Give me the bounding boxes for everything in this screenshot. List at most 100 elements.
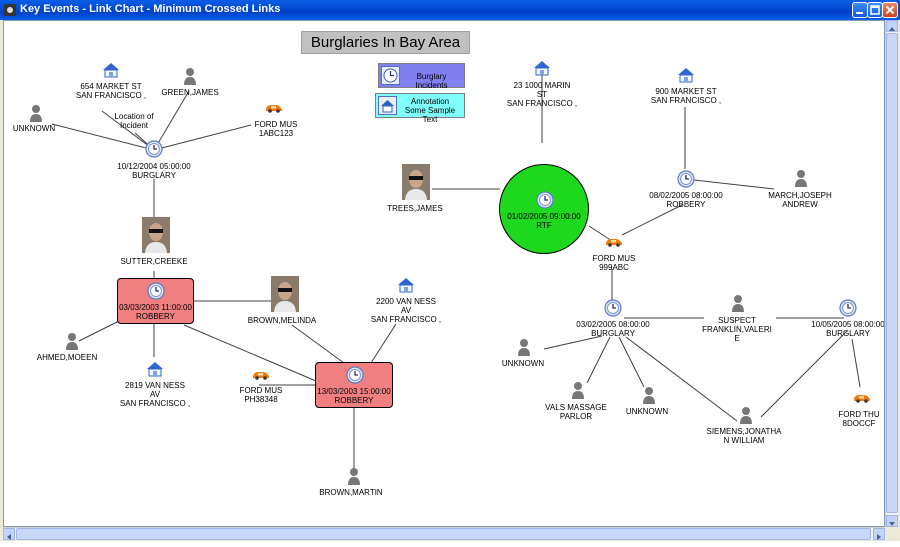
- event-datetime: 10/05/2005 08:00:00: [811, 320, 885, 329]
- clock-icon: [346, 366, 364, 384]
- address-line: SAN FRANCISCO ,: [119, 399, 191, 408]
- person-name: UNKNOWN: [625, 407, 669, 416]
- event-label[interactable]: 08/02/2005 08:00:00 ROBBERY: [636, 191, 736, 209]
- person-entity[interactable]: BROWN,MELINDA: [232, 316, 332, 325]
- house-icon: [534, 61, 550, 76]
- clock-icon: [381, 66, 400, 85]
- person-entity[interactable]: SUTTER,CREEKE: [104, 257, 204, 266]
- maximize-icon: [870, 5, 880, 15]
- close-button[interactable]: [882, 2, 898, 18]
- event-type: ROBBERY: [136, 312, 175, 321]
- person-entity[interactable]: SIEMENS,JONATHA N WILLIAM: [694, 427, 794, 445]
- link-chart-canvas[interactable]: Burglaries In Bay Area Burglary Incident…: [3, 20, 885, 527]
- event-datetime: 03/02/2005 08:00:00: [576, 320, 650, 329]
- person-icon: [30, 105, 42, 122]
- address-line: SAN FRANCISCO ,: [650, 96, 722, 105]
- vehicle-entity[interactable]: FORD THU 8DOCCF: [832, 410, 884, 428]
- address-line: 23 1000 MARIN: [513, 81, 571, 90]
- scroll-left-button[interactable]: [3, 528, 15, 540]
- vehicle-entity[interactable]: FORD MUS 1ABC123: [226, 120, 326, 138]
- minimize-icon: [856, 12, 863, 14]
- link-label-line: Location of: [114, 112, 154, 121]
- person-icon: [740, 407, 752, 424]
- address-line: 2200 VAN NESS: [376, 297, 436, 306]
- person-name: TREES,JAMES: [387, 204, 443, 213]
- person-icon: [643, 387, 655, 404]
- close-icon: [885, 5, 895, 15]
- person-name: E: [734, 334, 740, 343]
- event-label[interactable]: 10/05/2005 08:00:00 BURGLARY: [810, 320, 885, 338]
- vehicle-entity[interactable]: FORD MUS 999ABC: [564, 254, 664, 272]
- person-icon: [348, 468, 360, 485]
- person-entity[interactable]: MARCH,JOSEPH ANDREW: [750, 191, 850, 209]
- horizontal-scrollbar[interactable]: [3, 527, 885, 540]
- address-entity[interactable]: 23 1000 MARIN ST SAN FRANCISCO ,: [492, 81, 592, 108]
- legend-burglary-incidents[interactable]: Burglary Incidents: [378, 63, 465, 90]
- person-name: AHMED,MOEEN: [36, 353, 98, 362]
- event-label[interactable]: 03/02/2005 08:00:00 BURGLARY: [563, 320, 663, 338]
- chart-title: Burglaries In Bay Area: [301, 31, 470, 54]
- scroll-down-button[interactable]: [886, 515, 898, 527]
- person-name: UNKNOWN: [501, 359, 545, 368]
- person-entity[interactable]: UNKNOWN: [597, 407, 697, 416]
- event-type: BURGLARY: [826, 329, 870, 338]
- person-entity[interactable]: GREEN,JAMES: [140, 88, 240, 97]
- robbery-event-node[interactable]: 13/03/2003 15:00:00 ROBBERY: [315, 362, 393, 408]
- minimize-button[interactable]: [852, 2, 868, 18]
- maximize-button[interactable]: [867, 2, 883, 18]
- person-entity[interactable]: BROWN,MARTIN: [301, 488, 401, 497]
- person-name: MARCH,JOSEPH: [768, 191, 832, 200]
- event-label: 01/02/2005 09:00:00 RTF: [500, 212, 588, 230]
- event-label: 03/03/2003 11:00:00 ROBBERY: [118, 303, 193, 321]
- rtf-event-node[interactable]: 01/02/2005 09:00:00 RTF: [499, 164, 589, 254]
- vehicle-line: FORD MUS: [592, 254, 636, 263]
- person-entity[interactable]: AHMED,MOEEN: [17, 353, 117, 362]
- address-line: AV: [400, 306, 412, 315]
- clock-icon: [604, 299, 622, 317]
- vehicle-line: 1ABC123: [258, 129, 294, 138]
- person-name: BROWN,MELINDA: [247, 316, 317, 325]
- vehicle-line: PH38348: [244, 395, 278, 404]
- vehicle-line: FORD THU: [838, 410, 880, 419]
- vehicle-entity[interactable]: FORD MUS PH38348: [211, 386, 311, 404]
- person-name: GREEN,JAMES: [161, 88, 219, 97]
- event-type: BURGLARY: [132, 171, 176, 180]
- event-datetime: 13/03/2003 15:00:00: [317, 387, 391, 396]
- person-photo[interactable]: [402, 164, 430, 200]
- person-photo[interactable]: [271, 276, 299, 312]
- person-entity[interactable]: TREES,JAMES: [365, 204, 465, 213]
- vertical-scrollbar[interactable]: [885, 20, 898, 527]
- address-line: SAN FRANCISCO ,: [370, 315, 442, 324]
- person-entity[interactable]: SUSPECT FRANKLIN,VALERI E: [687, 316, 787, 343]
- scroll-up-button[interactable]: [886, 20, 898, 32]
- robbery-event-node[interactable]: 03/03/2003 11:00:00 ROBBERY: [117, 278, 194, 324]
- event-type: ROBBERY: [334, 396, 374, 405]
- event-label: 13/03/2003 15:00:00 ROBBERY: [316, 387, 392, 405]
- app-icon: [4, 4, 16, 16]
- person-entity[interactable]: UNKNOWN: [473, 359, 573, 368]
- clock-icon: [147, 282, 165, 300]
- vehicle-line: FORD MUS: [239, 386, 283, 395]
- vehicle-line: 8DOCCF: [842, 419, 876, 428]
- address-entity[interactable]: 2819 VAN NESS AV SAN FRANCISCO ,: [105, 381, 205, 408]
- scroll-thumb[interactable]: [886, 33, 898, 513]
- title-bar[interactable]: Key Events - Link Chart - Minimum Crosse…: [0, 0, 900, 20]
- clock-icon: [536, 191, 554, 209]
- scroll-thumb[interactable]: [16, 528, 871, 540]
- link-label-line: Incident: [119, 121, 149, 130]
- person-entity[interactable]: UNKNOWN: [4, 124, 84, 133]
- address-entity[interactable]: 2200 VAN NESS AV SAN FRANCISCO ,: [356, 297, 456, 324]
- event-datetime: 03/03/2003 11:00:00: [119, 303, 192, 312]
- house-icon: [398, 278, 414, 293]
- person-photo[interactable]: [142, 217, 170, 253]
- legend-annotation[interactable]: Annotation Some Sample Text: [375, 93, 465, 124]
- window-title: Key Events - Link Chart - Minimum Crosse…: [20, 3, 281, 15]
- person-icon: [184, 68, 196, 85]
- event-datetime: 01/02/2005 09:00:00: [507, 212, 581, 221]
- person-icon: [795, 170, 807, 187]
- person-name: SIEMENS,JONATHA: [706, 427, 782, 436]
- event-label[interactable]: 10/12/2004 05:00:00 BURGLARY: [104, 162, 204, 180]
- address-entity[interactable]: 900 MARKET ST SAN FRANCISCO ,: [636, 87, 736, 105]
- scroll-right-button[interactable]: [873, 528, 885, 540]
- link-label[interactable]: Location of Incident: [84, 112, 184, 130]
